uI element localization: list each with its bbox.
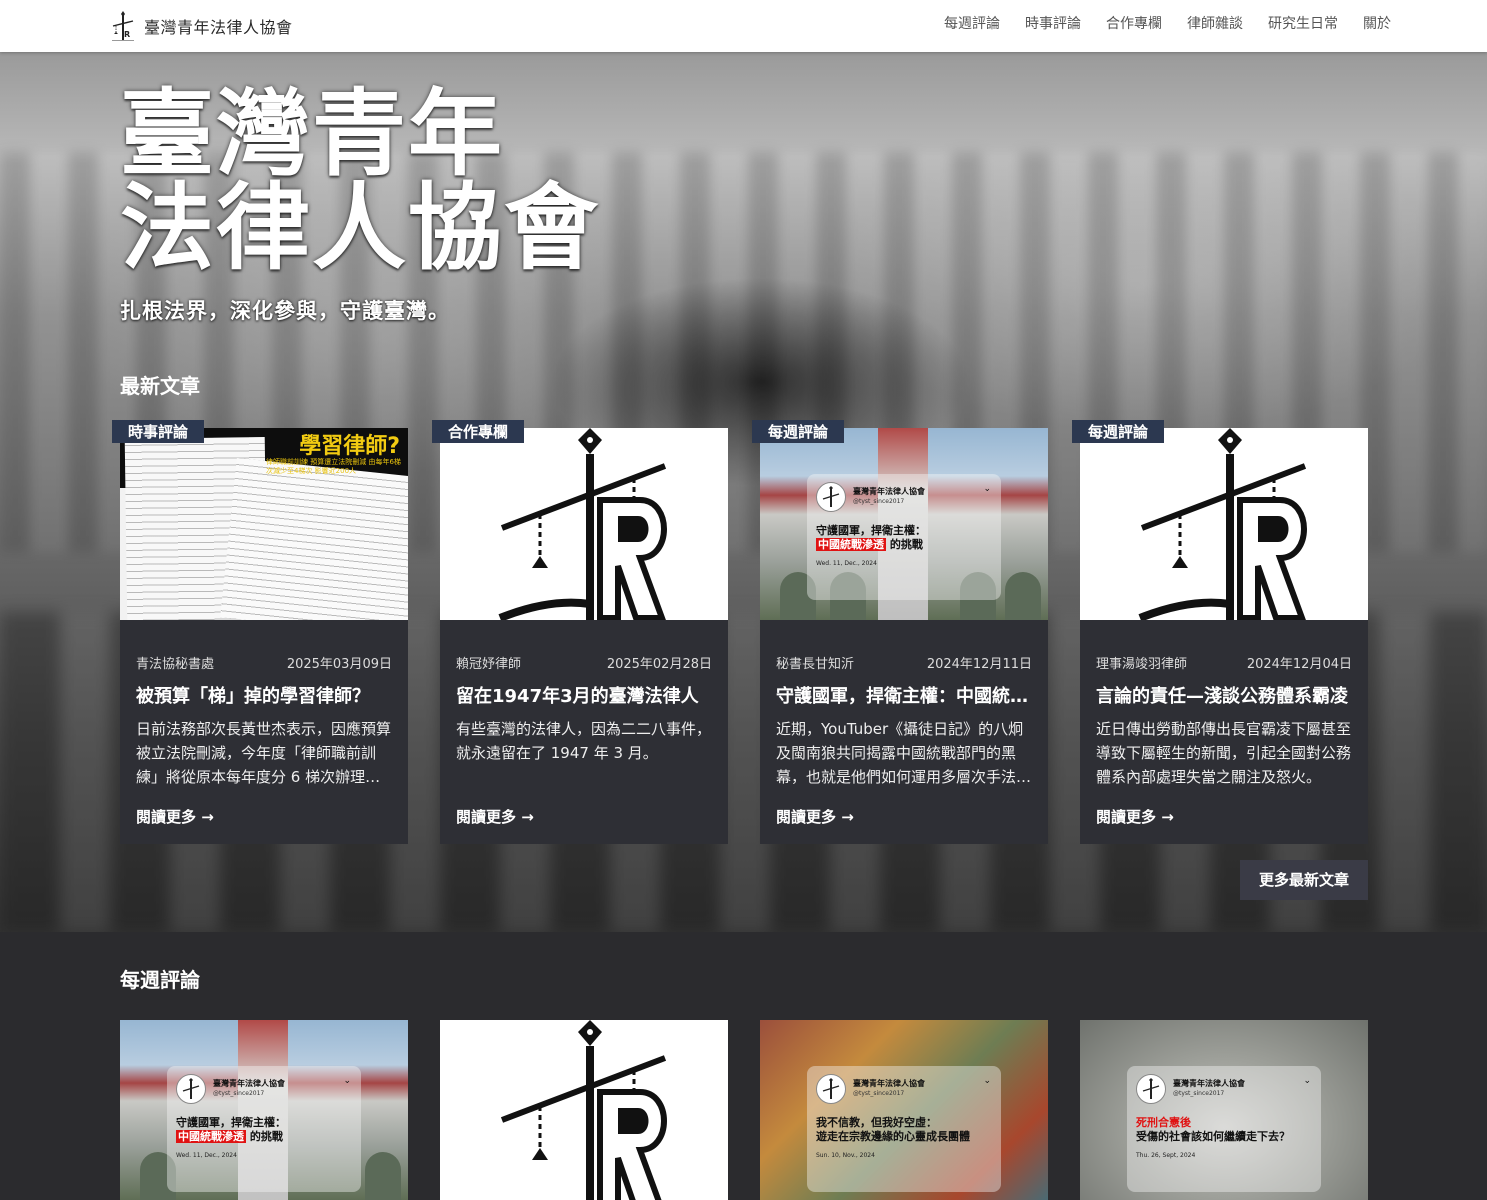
svg-text:R: R	[124, 30, 130, 39]
card-title[interactable]: 言論的責任—淺談公務體系霸凌	[1096, 682, 1352, 708]
document-photo: 學習律師? 律師職前訓練 預算遭立法院刪減 由每年6梯次減少至4梯次 影響近20…	[120, 428, 408, 620]
ig-date: Wed. 11, Dec., 2024	[816, 560, 877, 567]
building-photo: 臺灣青年法律人協會 @tyst_since2017 ⌄ 守護國軍，捍衛主權： 中…	[120, 1020, 408, 1200]
ig-handle: @tyst_since2017	[1173, 1090, 1225, 1097]
nav-item-about[interactable]: 關於	[1363, 13, 1391, 33]
card-meta: 理事湯竣羽律師 2024年12月04日	[1096, 653, 1352, 672]
weekly-heading: 每週評論	[112, 966, 208, 996]
article-card[interactable]: 每週評論 臺灣青年法律人協會 @tyst_since2017 ⌄ 守護國軍，捍衛…	[752, 420, 1048, 844]
card-excerpt: 近期，YouTuber《攝徒日記》的八炯及閩南狼共同揭露中國統戰部門的黑幕，也就…	[776, 720, 1032, 786]
temple-photo: 臺灣青年法律人協會 @tyst_since2017 ⌄ 我不信教，但我好空虛： …	[760, 1020, 1048, 1200]
weekly-card-thumbnail[interactable]: 臺灣青年法律人協會 @tyst_since2017 ⌄ 守護國軍，捍衛主權： 中…	[120, 1020, 408, 1200]
instagram-post-card: 臺灣青年法律人協會 @tyst_since2017 ⌄ 我不信教，但我好空虛： …	[807, 1066, 1001, 1192]
instagram-post-card: 臺灣青年法律人協會 @tyst_since2017 ⌄ 守護國軍，捍衛主權： 中…	[807, 474, 1001, 600]
card-category-tag[interactable]: 每週評論	[1072, 420, 1165, 443]
card-excerpt: 近日傳出勞動部傳出長官霸凌下屬甚至導致下屬輕生的新聞，引起全國對公務體系內部處理…	[1096, 720, 1352, 786]
ig-line2: 遊走在宗教邊緣的心靈成長團體	[816, 1130, 970, 1143]
card-date: 2025年02月28日	[606, 657, 712, 672]
nav-item-grad-life[interactable]: 研究生日常	[1268, 13, 1338, 33]
card-author: 賴冠妤律師	[456, 657, 522, 672]
hero-title-line2: 法律人協會	[120, 174, 601, 283]
thumbnail-headline: 學習律師?	[299, 434, 400, 459]
hero-tagline: 扎根法界，深化參與，守護臺灣。	[120, 299, 450, 323]
ig-date: Thu. 26, Sept, 2024	[1136, 1152, 1196, 1159]
ig-account-name: 臺灣青年法律人協會	[213, 1079, 285, 1088]
card-date: 2025年03月09日	[286, 657, 392, 672]
site-name: 臺灣青年法律人協會	[144, 18, 293, 37]
article-card[interactable]: 合作專欄 賴冠妤律師 2025年02月28日 留在1947年3月的臺灣法律人 有…	[432, 420, 728, 844]
card-title[interactable]: 守護國軍，捍衛主權：中國統戰滲透的挑戰	[776, 682, 1032, 708]
hero-title: 臺灣青年 法律人協會	[120, 88, 600, 276]
more-latest-button[interactable]: 更多最新文章	[1240, 860, 1368, 900]
card-thumbnail[interactable]	[440, 428, 728, 620]
corridor-photo: 臺灣青年法律人協會 @tyst_since2017 ⌄ 死刑合憲後 受傷的社會該…	[1080, 1020, 1368, 1200]
nav-item-collab[interactable]: 合作專欄	[1106, 13, 1162, 33]
chevron-down-icon: ⌄	[343, 1076, 351, 1086]
thumbnail-note: 律師職前訓練 預算遭立法院刪減 由每年6梯次減少至4梯次 影響近200人	[266, 458, 401, 475]
read-more-link[interactable]: 閱讀更多 →	[136, 806, 214, 827]
article-card[interactable]: 時事評論 學習律師? 律師職前訓練 預算遭立法院刪減 由每年6梯次減少至4梯次 …	[112, 420, 408, 844]
building-photo: 臺灣青年法律人協會 @tyst_since2017 ⌄ 守護國軍，捍衛主權： 中…	[760, 428, 1048, 620]
nav-item-weekly[interactable]: 每週評論	[944, 13, 1000, 33]
site-brand-link[interactable]: R 臺灣青年法律人協會	[110, 6, 293, 46]
card-title[interactable]: 留在1947年3月的臺灣法律人	[456, 682, 712, 708]
card-thumbnail[interactable]: 學習律師? 律師職前訓練 預算遭立法院刪減 由每年6梯次減少至4梯次 影響近20…	[120, 428, 408, 620]
nav-item-current-affairs[interactable]: 時事評論	[1025, 13, 1081, 33]
ig-line2: 中國統戰滲透 的挑戰	[176, 1130, 283, 1143]
ig-account-name: 臺灣青年法律人協會	[853, 487, 925, 496]
scales-pen-logo-icon	[1080, 428, 1368, 620]
ig-date: Wed. 11, Dec., 2024	[176, 1152, 237, 1159]
card-category-tag[interactable]: 合作專欄	[432, 420, 525, 443]
avatar	[816, 1074, 846, 1104]
ig-handle: @tyst_since2017	[853, 1090, 905, 1097]
hero-section: 臺灣青年 法律人協會 扎根法界，深化參與，守護臺灣。 最新文章 時事評論 學習律…	[0, 52, 1487, 932]
card-date: 2024年12月11日	[926, 657, 1032, 672]
card-meta: 秘書長甘知沂 2024年12月11日	[776, 653, 1032, 672]
card-author: 理事湯竣羽律師	[1096, 657, 1188, 672]
ig-handle: @tyst_since2017	[853, 498, 905, 505]
card-author: 秘書長甘知沂	[776, 657, 855, 672]
weekly-card-thumbnail[interactable]: 臺灣青年法律人協會 @tyst_since2017 ⌄ 我不信教，但我好空虛： …	[760, 1020, 1048, 1200]
ig-handle: @tyst_since2017	[213, 1090, 265, 1097]
site-header: R 臺灣青年法律人協會 每週評論 時事評論 合作專欄 律師雜談 研究生日常 關於	[0, 0, 1487, 52]
chevron-down-icon: ⌄	[983, 1076, 991, 1086]
instagram-post-card: 臺灣青年法律人協會 @tyst_since2017 ⌄ 死刑合憲後 受傷的社會該…	[1127, 1066, 1321, 1192]
read-more-link[interactable]: 閱讀更多 →	[776, 806, 854, 827]
scales-pen-logo-icon: R	[112, 11, 134, 41]
card-category-tag[interactable]: 時事評論	[112, 420, 205, 443]
card-excerpt: 有些臺灣的法律人，因為二二八事件，就永遠留在了 1947 年 3 月。	[456, 720, 712, 762]
weekly-card-thumbnail[interactable]	[440, 1020, 728, 1200]
card-author: 青法協秘書處	[136, 657, 215, 672]
card-meta: 青法協秘書處 2025年03月09日	[136, 653, 392, 672]
instagram-post-card: 臺灣青年法律人協會 @tyst_since2017 ⌄ 守護國軍，捍衛主權： 中…	[167, 1066, 361, 1192]
ig-line2: 受傷的社會該如何繼續走下去？	[1136, 1130, 1290, 1143]
main-nav: 每週評論 時事評論 合作專欄 律師雜談 研究生日常 關於	[944, 0, 1391, 46]
read-more-link[interactable]: 閱讀更多 →	[1096, 806, 1174, 827]
nav-item-lawyer-talk[interactable]: 律師雜談	[1187, 13, 1243, 33]
weekly-section: 每週評論 臺灣青年法律人協會 @tyst_since2017 ⌄ 守護國軍，捍衛…	[0, 932, 1487, 1200]
scales-pen-logo-icon	[440, 1020, 728, 1200]
hero-title-line1: 臺灣青年	[120, 80, 505, 189]
weekly-card-thumbnail[interactable]: 臺灣青年法律人協會 @tyst_since2017 ⌄ 死刑合憲後 受傷的社會該…	[1080, 1020, 1368, 1200]
card-meta: 賴冠妤律師 2025年02月28日	[456, 653, 712, 672]
chevron-down-icon: ⌄	[983, 484, 991, 494]
ig-account-name: 臺灣青年法律人協會	[853, 1079, 925, 1088]
latest-heading: 最新文章	[112, 372, 208, 402]
read-more-link[interactable]: 閱讀更多 →	[456, 806, 534, 827]
ig-account-name: 臺灣青年法律人協會	[1173, 1079, 1245, 1088]
scales-pen-logo-icon	[440, 428, 728, 620]
chevron-down-icon: ⌄	[1303, 1076, 1311, 1086]
card-thumbnail[interactable]: 臺灣青年法律人協會 @tyst_since2017 ⌄ 守護國軍，捍衛主權： 中…	[760, 428, 1048, 620]
card-date: 2024年12月04日	[1246, 657, 1352, 672]
avatar	[176, 1074, 206, 1104]
card-thumbnail[interactable]	[1080, 428, 1368, 620]
avatar	[816, 482, 846, 512]
card-excerpt: 日前法務部次長黃世杰表示，因應預算被立法院刪減，今年度「律師職前訓練」將從原本每…	[136, 720, 392, 786]
card-category-tag[interactable]: 每週評論	[752, 420, 845, 443]
avatar	[1136, 1074, 1166, 1104]
ig-line2: 中國統戰滲透 的挑戰	[816, 538, 923, 551]
ig-date: Sun. 10, Nov., 2024	[816, 1152, 875, 1159]
article-card[interactable]: 每週評論 理事湯竣羽律師 2024年12月04日 言論的責任—淺談公務體系霸凌 …	[1072, 420, 1368, 844]
card-title[interactable]: 被預算「梯」掉的學習律師？	[136, 682, 392, 708]
